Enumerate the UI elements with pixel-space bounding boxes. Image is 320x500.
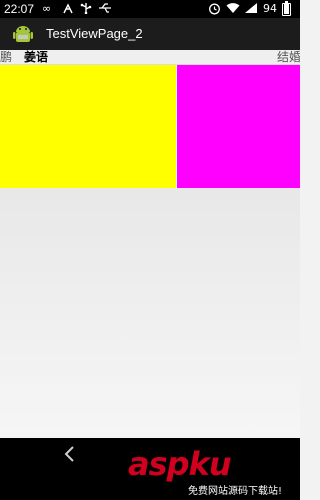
battery-level-fill: [284, 3, 289, 14]
battery-percent: 94: [263, 2, 277, 15]
tab-current[interactable]: 姜语: [24, 50, 48, 64]
usb-icon: [80, 2, 92, 18]
action-bar: TestViewPage_2: [0, 18, 300, 50]
wifi-icon: [226, 2, 240, 18]
android-icon[interactable]: [12, 23, 34, 45]
usb-debug-icon: [62, 2, 74, 18]
status-bar: 22:07 ∞ 94: [0, 0, 300, 18]
app-title: TestViewPage_2: [46, 26, 143, 41]
tab-prev[interactable]: 王鹏: [0, 50, 12, 64]
battery-icon: [282, 1, 291, 16]
content-area: [0, 188, 300, 438]
usb-plug-icon: [98, 2, 112, 18]
infinity-icon: ∞: [42, 2, 52, 15]
back-chevron-icon[interactable]: [58, 444, 82, 464]
page-magenta[interactable]: [177, 65, 300, 188]
tab-strip: 王鹏 姜语 结婚: [0, 50, 300, 65]
tab-next[interactable]: 结婚: [277, 50, 300, 64]
signal-icon: [244, 2, 258, 18]
status-time: 22:07: [4, 2, 35, 16]
watermark-tagline: 免费网站源码下载站!: [188, 486, 283, 497]
watermark-logo: aspku: [128, 445, 232, 483]
watermark: aspku 免费网站源码下载站!: [128, 447, 298, 497]
page-yellow[interactable]: [0, 65, 176, 188]
alarm-icon: [208, 2, 221, 19]
